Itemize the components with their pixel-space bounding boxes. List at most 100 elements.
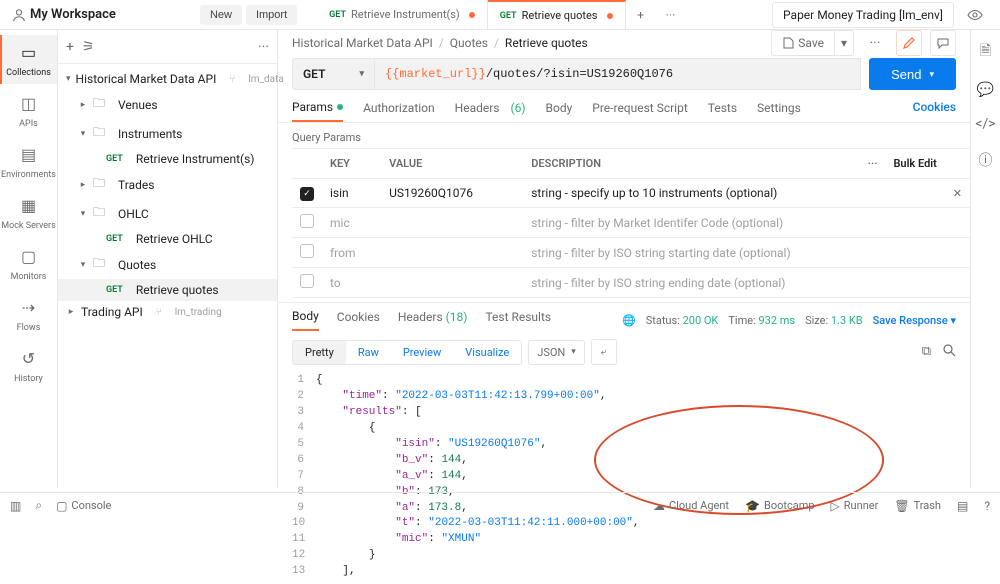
tab-params[interactable]: Params — [292, 100, 343, 122]
environment-select[interactable]: Paper Money Trading [lm_env] — [772, 2, 954, 28]
wrap-toggle[interactable]: ⤶ — [591, 339, 617, 365]
resp-tab-headers[interactable]: Headers (18) — [398, 310, 468, 330]
col-key: KEY — [322, 149, 381, 179]
resp-tab-cookies[interactable]: Cookies — [337, 310, 380, 330]
breadcrumb[interactable]: Quotes — [450, 36, 488, 50]
chevron-down-icon: ▾ — [571, 347, 576, 357]
view-visualize[interactable]: Visualize — [453, 341, 521, 364]
tab-settings[interactable]: Settings — [757, 100, 801, 122]
tree-venues[interactable]: ▸🗀 Venues — [58, 90, 277, 119]
tree-retrieve-instruments[interactable]: GET Retrieve Instrument(s) — [58, 148, 277, 170]
table-row[interactable]: ✓isinUS19260Q1076string - specify up to … — [292, 179, 970, 208]
resp-tab-tests[interactable]: Test Results — [485, 310, 551, 330]
env-quicklook-button[interactable] — [962, 2, 988, 28]
search-button[interactable] — [943, 344, 956, 361]
documentation-icon[interactable]: 🗎 — [980, 40, 991, 64]
tab-add-button[interactable]: + — [626, 0, 656, 30]
rail-monitors[interactable]: ▢Monitors — [0, 239, 57, 288]
create-button[interactable]: + — [66, 39, 74, 55]
tab-prerequest[interactable]: Pre-request Script — [592, 100, 687, 122]
tab-label: Retrieve Instrument(s) — [351, 8, 460, 21]
footer-bootcamp[interactable]: 🎓Bootcamp — [745, 499, 815, 513]
workspace-title: My Workspace — [30, 7, 116, 22]
tree-ohlc[interactable]: ▾🗀 OHLC — [58, 199, 277, 228]
save-response-button[interactable]: Save Response ▾ — [873, 314, 956, 327]
runner-icon: ▷ — [831, 499, 840, 513]
rail-apis[interactable]: ◫APIs — [0, 86, 57, 135]
save-dropdown[interactable]: ▾ — [834, 31, 853, 55]
tree-quotes[interactable]: ▾🗀 Quotes — [58, 250, 277, 279]
footer-help[interactable]: ? — [984, 499, 990, 513]
view-raw[interactable]: Raw — [346, 341, 391, 364]
tab-more-button[interactable]: ··· — [656, 0, 686, 30]
edit-button[interactable] — [896, 30, 922, 56]
tree-retrieve-ohlc[interactable]: GET Retrieve OHLC — [58, 228, 277, 250]
checkbox[interactable] — [300, 214, 314, 228]
dirty-dot-icon — [469, 12, 475, 18]
code-icon[interactable]: </> — [975, 116, 995, 132]
tree-trades[interactable]: ▸🗀 Trades — [58, 170, 277, 199]
table-row[interactable]: micstring - filter by Market Identifer C… — [292, 208, 970, 238]
method-badge: GET — [106, 154, 123, 164]
url-input[interactable]: {{market_url}}/quotes/?isin=US19260Q1076 — [374, 58, 861, 90]
footer-cloud-agent[interactable]: ☁Cloud Agent — [653, 499, 729, 513]
view-preview[interactable]: Preview — [391, 341, 453, 364]
checkbox[interactable] — [300, 244, 314, 258]
filter-button[interactable]: ⚞ — [82, 39, 95, 55]
tab-retrieve-quotes[interactable]: GET Retrieve quotes — [488, 0, 626, 30]
side-more-button[interactable]: ··· — [258, 39, 269, 55]
tab-retrieve-instruments[interactable]: GET Retrieve Instrument(s) — [317, 0, 488, 30]
breadcrumb[interactable]: Historical Market Data API — [292, 36, 433, 50]
tab-tests[interactable]: Tests — [708, 100, 737, 122]
bulk-edit-button[interactable]: Bulk Edit — [893, 157, 936, 170]
globe-icon[interactable]: 🌐 — [622, 314, 636, 327]
resp-tab-body[interactable]: Body — [292, 309, 319, 331]
breadcrumb-current: Retrieve quotes — [505, 36, 588, 50]
col-options[interactable]: ··· — [860, 149, 886, 179]
info-icon[interactable]: ⓘ — [979, 150, 993, 170]
tab-label: Retrieve quotes — [522, 9, 598, 22]
table-row[interactable]: tostring - filter by ISO string ending d… — [292, 268, 970, 298]
copy-button[interactable]: ⧉ — [922, 344, 931, 361]
checkbox[interactable]: ✓ — [300, 187, 314, 201]
rail-environments[interactable]: ▤Environments — [0, 137, 57, 186]
new-button[interactable]: New — [200, 5, 242, 25]
query-params-label: Query Params — [278, 123, 970, 148]
method-badge: GET — [329, 10, 346, 20]
cookies-link[interactable]: Cookies — [913, 100, 956, 122]
chevron-down-icon: ▾ — [929, 69, 934, 80]
tab-auth[interactable]: Authorization — [363, 100, 435, 122]
checkbox[interactable] — [300, 274, 314, 288]
rail-mock-servers[interactable]: ▦Mock Servers — [0, 188, 57, 237]
footer-sidebar-toggle[interactable]: ▥ — [10, 499, 21, 513]
request-more-button[interactable]: ··· — [862, 30, 888, 56]
tree-instruments[interactable]: ▾🗀 Instruments — [58, 119, 277, 148]
footer-trash[interactable]: 🗑Trash — [894, 499, 941, 513]
comment-button[interactable] — [930, 30, 956, 56]
query-params-table: KEY VALUE DESCRIPTION ··· Bulk Edit ✓isi… — [292, 148, 970, 298]
rail-flows[interactable]: ⇢Flows — [0, 290, 57, 339]
tree-root[interactable]: ▾Historical Market Data API ⑂ lm_data — [58, 68, 277, 90]
tab-headers[interactable]: Headers (6) — [455, 100, 526, 122]
footer-layout[interactable]: ▤ — [957, 499, 968, 513]
bootcamp-icon: 🎓 — [745, 499, 760, 513]
footer-runner[interactable]: ▷Runner — [831, 499, 879, 513]
folder-icon: 🗀 — [93, 254, 105, 275]
rail-history[interactable]: ↺History — [0, 341, 57, 390]
tree-trading-api[interactable]: ▸Trading API ⑂ lm_trading — [58, 301, 277, 323]
table-row[interactable]: fromstring - filter by ISO string starti… — [292, 238, 970, 268]
footer-find[interactable]: ⌕ — [35, 498, 42, 513]
close-icon[interactable]: ✕ — [947, 187, 962, 200]
rail-collections[interactable]: ▭Collections — [0, 35, 57, 84]
tree-retrieve-quotes[interactable]: GET Retrieve quotes — [58, 279, 277, 301]
footer-console[interactable]: ▢Console — [56, 499, 111, 513]
method-select[interactable]: GET▾ — [292, 58, 374, 90]
import-button[interactable]: Import — [246, 5, 297, 25]
format-select[interactable]: JSON▾ — [528, 340, 585, 365]
response-body[interactable]: 1{ 2 "time": "2022-03-03T11:42:13.799+00… — [278, 373, 970, 584]
comments-icon[interactable]: 💬 — [977, 82, 994, 98]
send-button[interactable]: Send▾ — [869, 58, 956, 90]
save-button[interactable]: Save ▾ — [771, 30, 854, 56]
tab-body[interactable]: Body — [546, 100, 573, 122]
view-pretty[interactable]: Pretty — [293, 341, 346, 364]
